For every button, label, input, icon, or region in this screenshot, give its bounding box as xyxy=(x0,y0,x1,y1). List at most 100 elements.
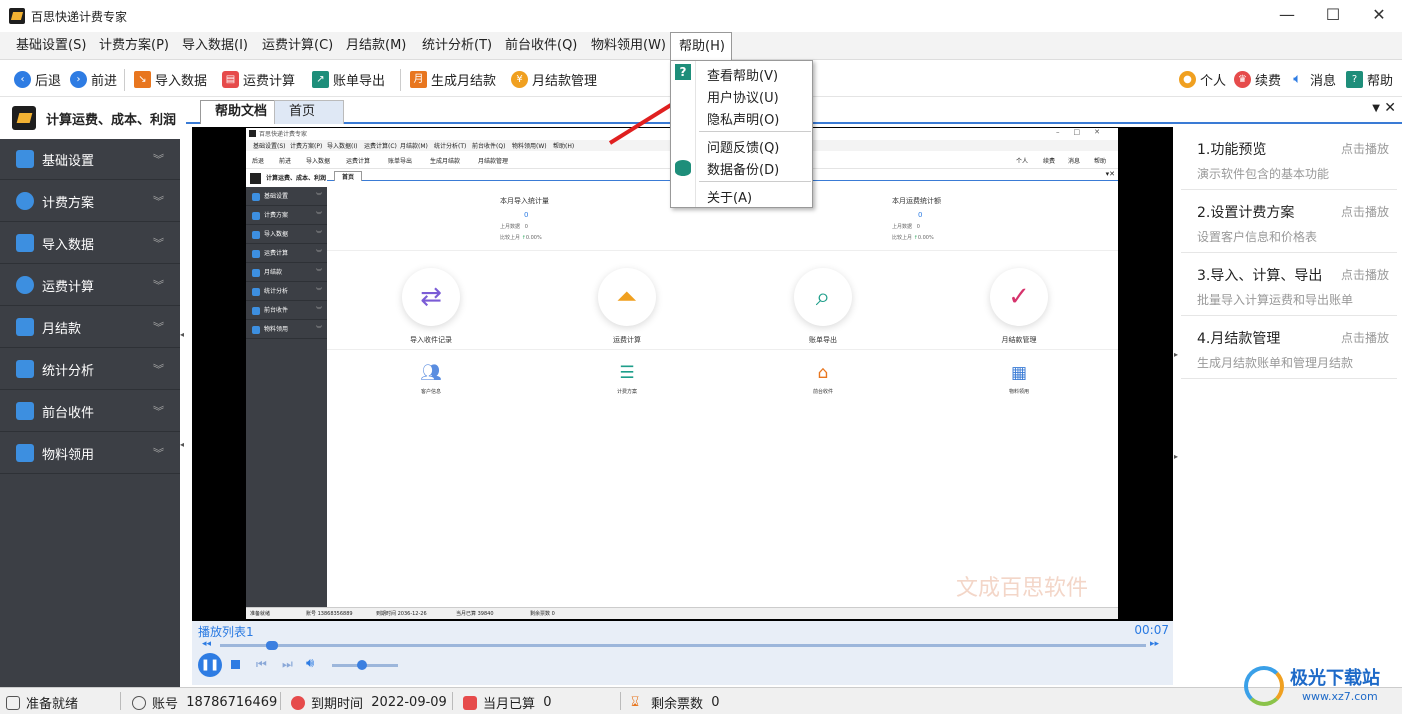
rewind-icon[interactable]: ◂◂ xyxy=(202,639,211,649)
sidebar-item-basic-settings[interactable]: 基础设置 ︾ xyxy=(0,139,180,180)
renew-button[interactable]: ♛ 续费 xyxy=(1234,61,1281,97)
sidebar-item-billing-plan[interactable]: 计费方案 ︾ xyxy=(0,181,180,222)
stop-icon[interactable] xyxy=(231,660,240,669)
maximize-button[interactable]: ☐ xyxy=(1310,0,1356,32)
inner-feature-icon: ⏶ xyxy=(598,268,656,326)
menu-item-user-agreement[interactable]: 用户协议(U) xyxy=(707,87,779,106)
inner-menu-item: 物料领用(W) xyxy=(512,143,547,150)
menu-basic-settings[interactable]: 基础设置(S) xyxy=(16,32,86,60)
inner-sidebar-item: 月结款 ︾ xyxy=(246,263,327,282)
freight-calc-button[interactable]: ▤ 运费计算 xyxy=(222,61,295,97)
message-button[interactable]: 🔈︎ 消息 xyxy=(1289,61,1336,97)
fast-forward-icon[interactable]: ▸▸ xyxy=(1150,639,1159,649)
prev-track-icon[interactable]: ⏮︎ xyxy=(256,657,267,672)
calculator-icon xyxy=(463,695,477,710)
inner-menu-item: 计费方案(P) xyxy=(290,143,323,150)
list-item[interactable]: 2.设置计费方案 点击播放 设置客户信息和价格表 xyxy=(1181,190,1397,253)
watermark-url: www.xz7.com xyxy=(1302,690,1378,703)
menu-import-data[interactable]: 导入数据(I) xyxy=(182,32,248,60)
close-button[interactable]: ✕ xyxy=(1356,0,1402,32)
splitter-left-handle[interactable]: ◂ xyxy=(180,440,186,452)
bill-export-button[interactable]: ↗ 账单导出 xyxy=(312,61,385,97)
sidebar-item-front-desk[interactable]: 前台收件 ︾ xyxy=(0,391,180,432)
monthly-mgmt-button[interactable]: ¥ 月结款管理 xyxy=(511,61,597,97)
splitter-right-handle[interactable]: ▸ xyxy=(1174,452,1180,464)
menu-monthly[interactable]: 月结款(M) xyxy=(346,32,406,60)
inner-small-label: 前台收件 xyxy=(812,389,833,395)
help-item-play-link[interactable]: 点击播放 xyxy=(1341,266,1389,283)
aurora-logo-icon xyxy=(1244,666,1284,706)
status-bar: 准备就绪 账号 18786716469 到期时间 2022-09-09 当月已算… xyxy=(0,687,1402,714)
tab-help-docs[interactable]: 帮助文档 xyxy=(200,100,283,124)
volume-slider[interactable] xyxy=(332,660,398,670)
export-label: 账单导出 xyxy=(333,73,386,89)
help-item-play-link[interactable]: 点击播放 xyxy=(1341,329,1389,346)
tab-list-dropdown-icon[interactable]: ▼ xyxy=(1372,103,1380,114)
chevron-down-icon: ︾ xyxy=(153,321,164,334)
menu-item-about[interactable]: 关于(A) xyxy=(707,187,752,206)
inner-sidebar-icon xyxy=(252,326,260,334)
seek-knob[interactable] xyxy=(266,641,279,650)
sidebar-item-stats[interactable]: 统计分析 ︾ xyxy=(0,349,180,390)
sidebar-item-import-data[interactable]: 导入数据 ︾ xyxy=(0,223,180,264)
menu-freight-calc[interactable]: 运费计算(C) xyxy=(262,32,333,60)
inner-logo-icon xyxy=(249,130,256,137)
inner-menu-item: 导入数据(I) xyxy=(327,143,358,150)
inner-feature-icon: ⌕ xyxy=(794,268,852,326)
splitter-left-handle[interactable]: ◂ xyxy=(180,330,186,342)
inner-sidebar: 计算运费、成本、利润 基础设置 ︾ 计费方案 ︾ 导入数据 ︾ 运费计算 ︾ 月结款 ︾ 统计分析 ︾… xyxy=(246,170,327,607)
splitter-right-handle[interactable]: ▸ xyxy=(1174,350,1180,362)
help-item-play-link[interactable]: 点击播放 xyxy=(1341,203,1389,220)
inner-menu-item: 统计分析(T) xyxy=(434,143,467,150)
playlist-label[interactable]: 播放列表1 xyxy=(198,623,254,640)
forward-button[interactable]: › 前进 xyxy=(70,61,117,97)
menu-front-desk[interactable]: 前台收件(Q) xyxy=(505,32,577,60)
next-track-icon[interactable]: ⏭︎ xyxy=(282,657,293,672)
seek-bar[interactable] xyxy=(220,641,1146,650)
menu-stats[interactable]: 统计分析(T) xyxy=(422,32,492,60)
list-item[interactable]: 1.功能预览 点击播放 演示软件包含的基本功能 xyxy=(1181,127,1397,190)
app-logo-icon xyxy=(12,106,36,130)
tab-close-icon[interactable]: ✕ xyxy=(1384,100,1396,116)
sidebar-item-materials[interactable]: 物料领用 ︾ xyxy=(0,433,180,474)
menu-help[interactable]: 帮助(H) xyxy=(670,32,732,61)
inner-toolbar-item: 续费 xyxy=(1043,158,1056,165)
help-item-play-link[interactable]: 点击播放 xyxy=(1341,140,1389,157)
status-divider xyxy=(452,692,453,710)
expire-label: 到期时间 xyxy=(311,697,364,712)
minimize-button[interactable]: — xyxy=(1264,0,1310,32)
help-button[interactable]: ? 帮助 xyxy=(1346,61,1393,97)
gear-icon xyxy=(16,150,34,168)
back-button[interactable]: ‹ 后退 xyxy=(14,61,61,97)
generate-monthly-button[interactable]: 月生成月结款 xyxy=(410,61,496,97)
menu-item-feedback[interactable]: 问题反馈(Q) xyxy=(707,137,779,156)
sidebar-item-monthly[interactable]: 月结款 ︾ xyxy=(0,307,180,348)
excel-icon xyxy=(16,234,34,252)
inner-toolbar-item: 后退 xyxy=(252,158,265,165)
inner-watermark: 文成百思软件 xyxy=(956,576,1089,601)
list-item[interactable]: 4.月结款管理 点击播放 生成月结款账单和管理月结款 xyxy=(1181,316,1397,379)
import-icon: ↘ xyxy=(134,70,151,88)
sidebar-item-freight-calc[interactable]: 运费计算 ︾ xyxy=(0,265,180,306)
inner-sidebar-items: 基础设置 ︾ 计费方案 ︾ 导入数据 ︾ 运费计算 ︾ 月结款 ︾ 统计分析 ︾ 前台收件 ︾ 物料领用 ︾ xyxy=(246,187,327,339)
inner-stat-cmp-value: 0.00% xyxy=(917,235,934,241)
video-time: 00:07 xyxy=(1134,623,1169,637)
list-item[interactable]: 3.导入、计算、导出 点击播放 批量导入计算运费和导出账单 xyxy=(1181,253,1397,316)
menu-materials[interactable]: 物料领用(W) xyxy=(591,32,666,60)
tab-home[interactable]: 首页 xyxy=(274,100,344,124)
calc-value: 0 xyxy=(543,695,552,710)
status-divider xyxy=(280,692,281,710)
forward-label: 前进 xyxy=(91,73,118,89)
pause-button[interactable]: ❚❚ xyxy=(198,653,222,677)
menu-item-privacy[interactable]: 隐私声明(O) xyxy=(707,109,779,128)
import-data-button[interactable]: ↘ 导入数据 xyxy=(134,61,207,97)
chevron-down-icon: ︾ xyxy=(153,447,164,460)
status-calc: 当月已算 0 xyxy=(463,693,552,712)
inner-stat-right-title: 本月运费统计额 xyxy=(892,197,941,205)
menu-item-backup[interactable]: 数据备份(D) xyxy=(707,159,779,178)
personal-button[interactable]: ● 个人 xyxy=(1179,61,1226,97)
volume-knob[interactable] xyxy=(356,660,367,670)
menu-billing-plan[interactable]: 计费方案(P) xyxy=(99,32,169,60)
volume-icon[interactable]: 🔊︎ xyxy=(306,656,314,671)
menu-item-view-help[interactable]: 查看帮助(V) xyxy=(707,65,778,84)
